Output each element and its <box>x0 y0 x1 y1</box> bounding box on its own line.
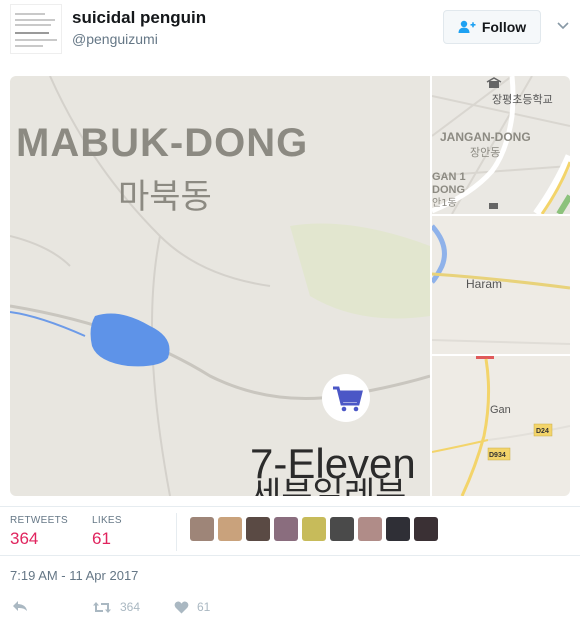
heart-icon <box>174 600 189 613</box>
map-image-top-right[interactable]: 장평초등학교 JANGAN-DONG 장안동 GAN 1 DONG 안1동 <box>432 76 570 214</box>
likes-count: 61 <box>92 529 111 548</box>
add-user-icon <box>458 20 476 33</box>
like-button[interactable]: 61 <box>174 600 210 614</box>
map-partial-label-ko: 안1동 <box>432 197 457 209</box>
school-icon <box>489 203 498 209</box>
retweet-count: 364 <box>120 600 141 614</box>
tweet-header: suicidal penguin @penguizumi Follow <box>0 0 580 64</box>
follow-button-label: Follow <box>481 19 527 35</box>
chevron-down-icon[interactable] <box>556 18 570 32</box>
road-label: D24 <box>536 428 549 435</box>
media-grid[interactable]: MABUK-DONG 마북동 7-Eleven 세븐일레븐 장평초등학교 JAN… <box>10 76 570 496</box>
retweets-stat[interactable]: RETWEETS 364 <box>10 515 68 549</box>
map-district-label: MABUK-DONG <box>16 121 308 165</box>
avatar[interactable] <box>386 517 410 541</box>
tweet-timestamp[interactable]: 7:19 AM - 11 Apr 2017 <box>10 568 138 583</box>
like-count: 61 <box>197 600 211 614</box>
retweets-count: 364 <box>10 529 39 548</box>
map-poi-label-ko: 세븐일레븐 <box>250 475 406 496</box>
avatar[interactable] <box>330 517 354 541</box>
map-school-label: 장평초등학교 <box>492 93 553 106</box>
avatar[interactable] <box>190 517 214 541</box>
avatar[interactable] <box>10 4 62 54</box>
retweet-button[interactable]: 364 <box>92 600 140 614</box>
likes-stat[interactable]: LIKES 61 <box>92 515 122 549</box>
tweet-actions: 364 61 <box>0 596 580 620</box>
map-place-label: Haram <box>466 277 502 291</box>
avatar[interactable] <box>218 517 242 541</box>
map-image-main[interactable]: MABUK-DONG 마북동 7-Eleven 세븐일레븐 <box>10 76 430 496</box>
reply-icon <box>13 601 27 611</box>
tweet-stats: RETWEETS 364 LIKES 61 <box>0 506 580 556</box>
map-image-bottom-right[interactable]: Gan D24 D934 <box>432 356 570 496</box>
map-place-label: Gan <box>490 404 511 416</box>
divider <box>176 513 177 551</box>
road-label: D934 <box>489 452 506 459</box>
retweets-label: RETWEETS <box>10 515 68 526</box>
map-district-label-ko: 장안동 <box>470 146 500 159</box>
avatar[interactable] <box>414 517 438 541</box>
map-partial-label: GAN 1 <box>432 171 466 183</box>
map-partial-label: DONG <box>432 184 465 196</box>
map-image-middle-right[interactable]: Haram <box>432 216 570 354</box>
retweet-icon <box>93 601 111 613</box>
map-district-label: JANGAN-DONG <box>440 130 531 144</box>
user-handle[interactable]: @penguizumi <box>72 31 158 47</box>
avatar[interactable] <box>302 517 326 541</box>
likes-label: LIKES <box>92 515 122 526</box>
avatar[interactable] <box>358 517 382 541</box>
reply-button[interactable] <box>12 600 28 612</box>
display-name[interactable]: suicidal penguin <box>72 8 206 28</box>
avatar[interactable] <box>246 517 270 541</box>
follow-button[interactable]: Follow <box>443 10 541 44</box>
avatar[interactable] <box>274 517 298 541</box>
map-district-label-ko: 마북동 <box>118 177 212 217</box>
